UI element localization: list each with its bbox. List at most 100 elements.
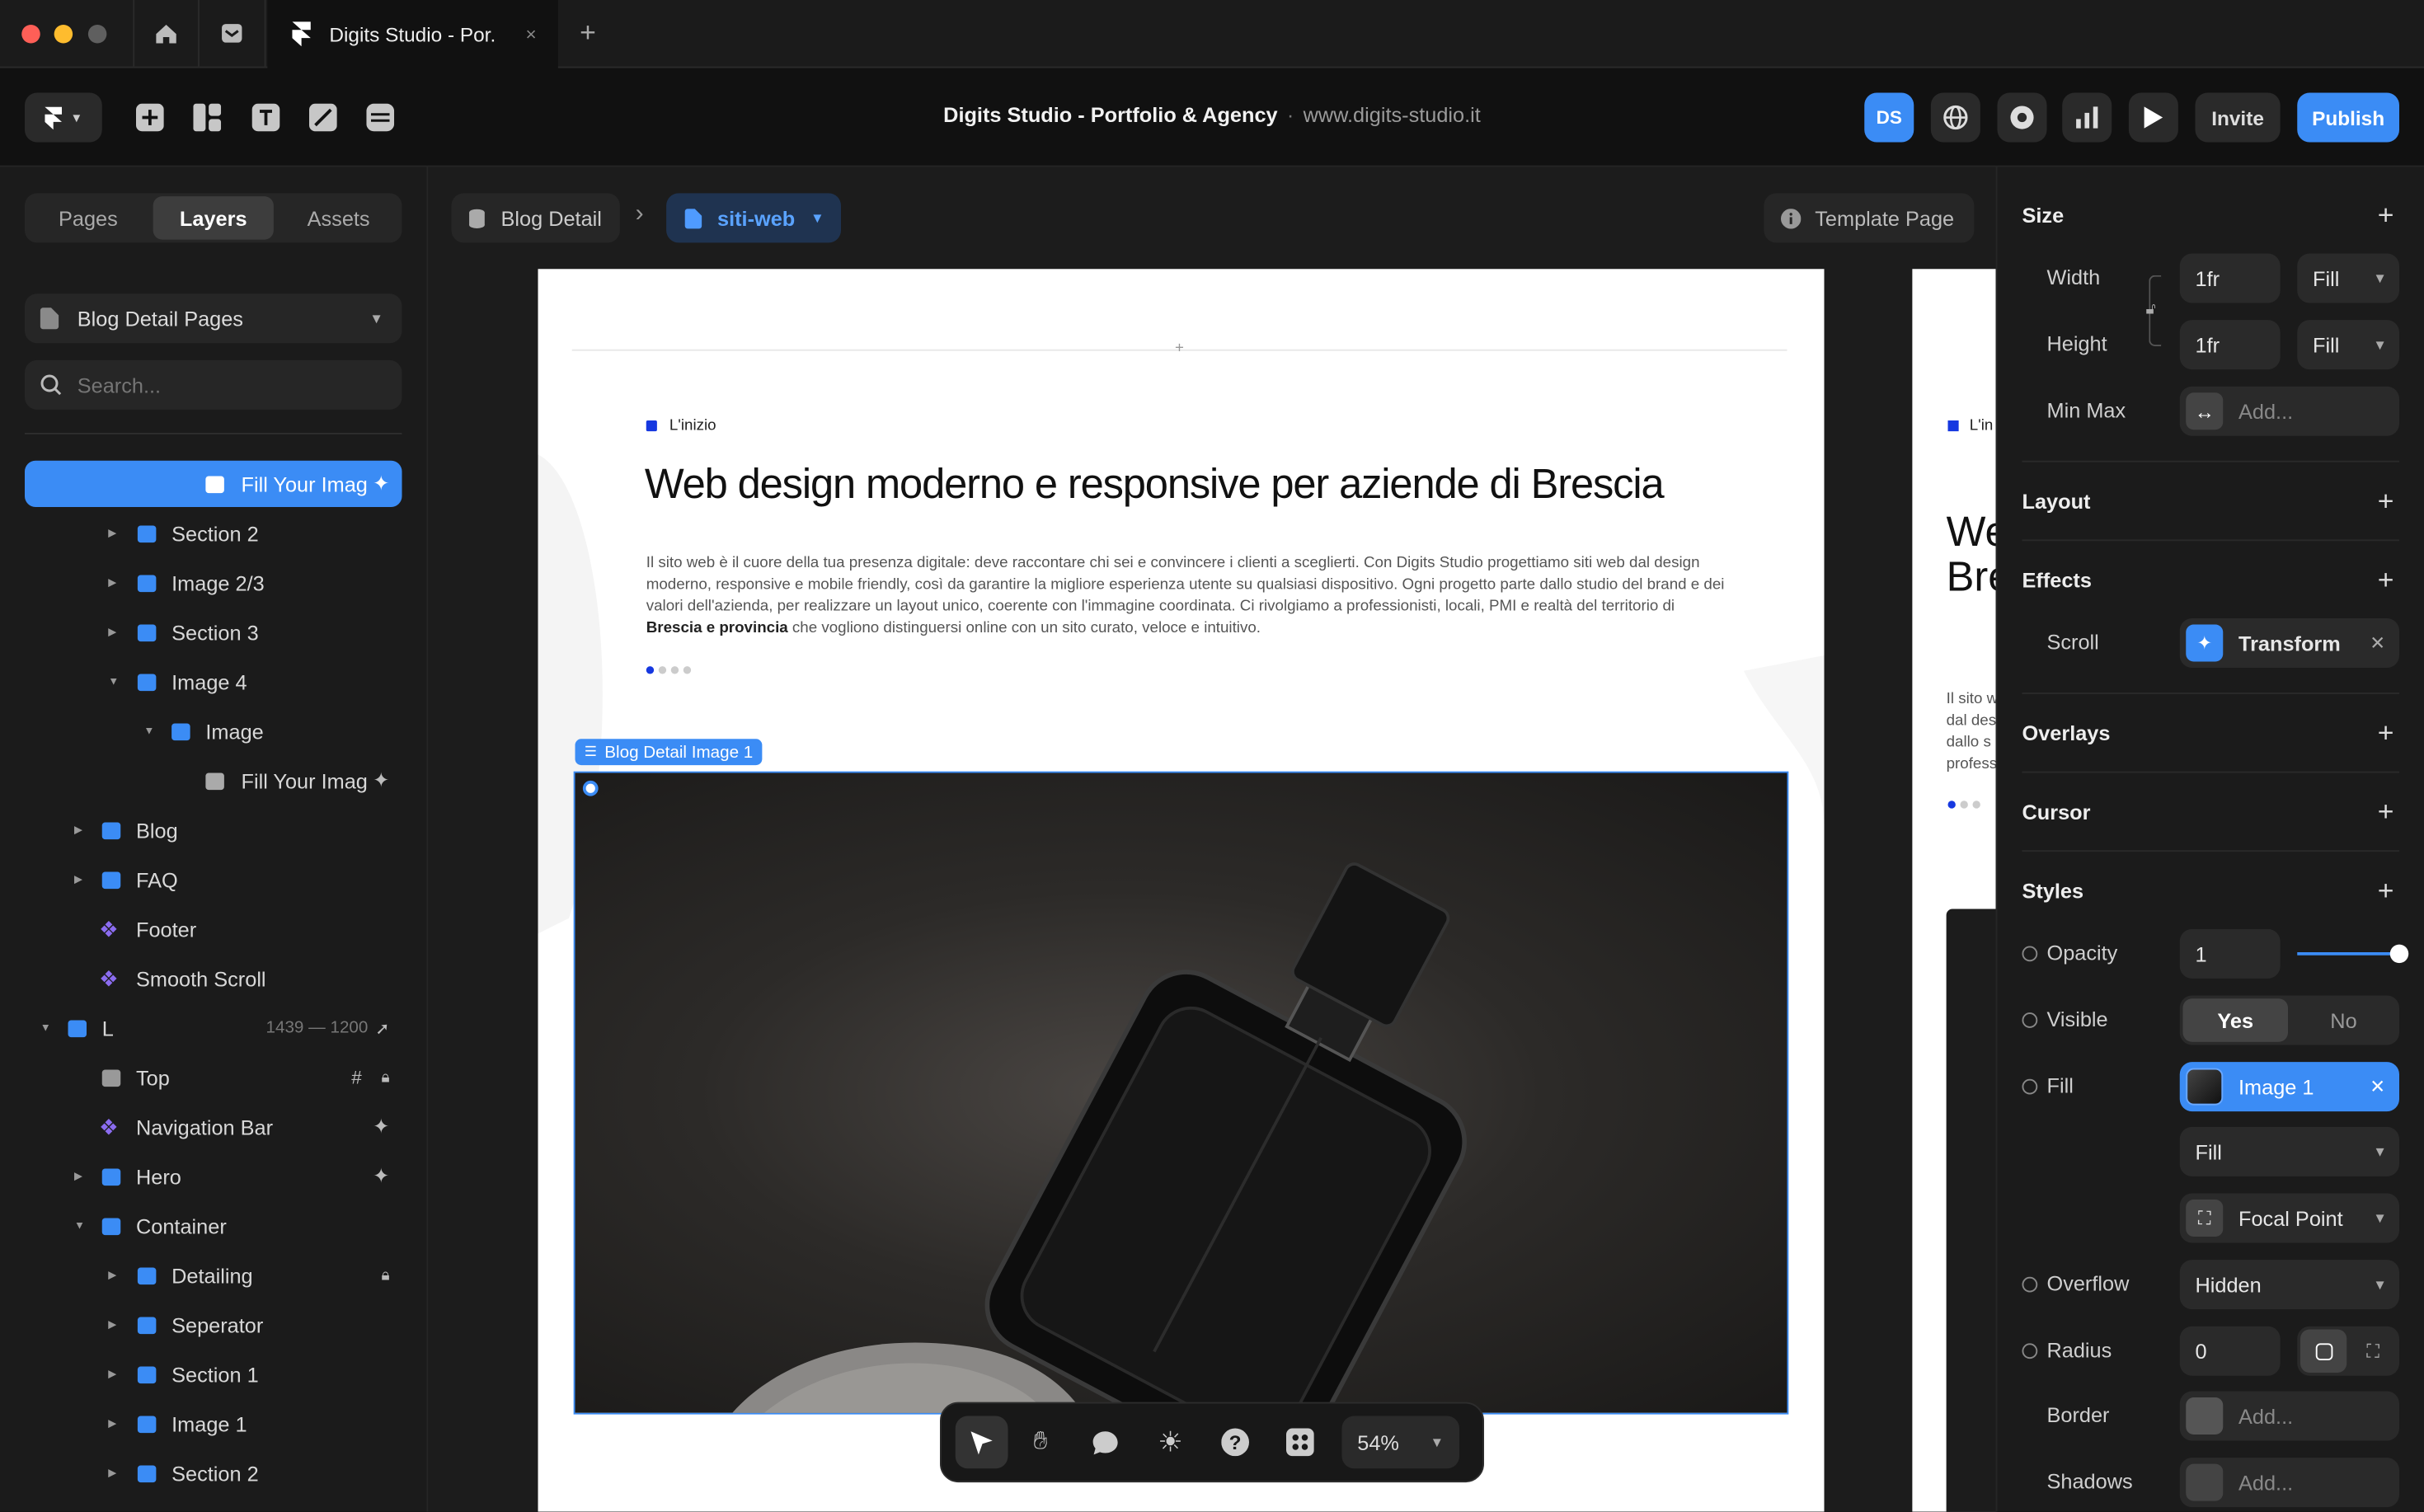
seo-button[interactable] bbox=[1997, 92, 2047, 143]
layer-smooth-scroll[interactable]: ❖ Smooth Scroll bbox=[25, 956, 402, 1002]
minimize-window-button[interactable] bbox=[54, 25, 73, 44]
scroll-transform-chip[interactable]: ✦ Transform ✕ bbox=[2179, 618, 2399, 668]
close-tab-icon[interactable]: × bbox=[525, 23, 536, 45]
tab-layers[interactable]: Layers bbox=[153, 196, 274, 240]
overlays-add-button[interactable]: + bbox=[2378, 719, 2394, 747]
layer-section-3[interactable]: ▶ Section 3 bbox=[25, 609, 402, 655]
fill-mode-select[interactable]: Fill ▼ bbox=[2179, 1126, 2399, 1176]
plugins-button[interactable] bbox=[1268, 1416, 1333, 1469]
new-tab-button[interactable]: + bbox=[580, 17, 596, 49]
focal-point-handle[interactable] bbox=[582, 780, 599, 796]
image-2[interactable] bbox=[1946, 909, 1996, 1512]
opacity-slider[interactable] bbox=[2297, 944, 2409, 964]
remove-icon[interactable]: ✕ bbox=[2370, 1076, 2385, 1097]
selection-label[interactable]: ☰ Blog Detail Image 1 bbox=[575, 739, 763, 766]
layer-image-1[interactable]: ▶ Image 1 bbox=[25, 1401, 402, 1447]
layer-navigation-bar[interactable]: ❖ Navigation Bar ✦ bbox=[25, 1104, 402, 1150]
publish-button[interactable]: Publish bbox=[2297, 92, 2399, 143]
invite-button[interactable]: Invite bbox=[2195, 92, 2281, 143]
blog-detail-image-1[interactable] bbox=[573, 771, 1789, 1415]
radius-uniform-option[interactable] bbox=[2300, 1329, 2347, 1373]
width-input[interactable]: 1fr bbox=[2179, 253, 2281, 303]
styles-add-button[interactable]: + bbox=[2378, 876, 2394, 904]
site-settings-button[interactable] bbox=[1930, 92, 1980, 143]
maximize-window-button[interactable] bbox=[87, 25, 107, 44]
comment-tool[interactable] bbox=[1073, 1416, 1138, 1469]
home-tab[interactable] bbox=[133, 0, 200, 67]
visible-no-option[interactable]: No bbox=[2291, 998, 2397, 1042]
fill-toggle-icon[interactable] bbox=[2022, 1078, 2038, 1095]
layer-hero[interactable]: ▶ Hero ✦ bbox=[25, 1153, 402, 1200]
select-tool[interactable] bbox=[955, 1416, 1008, 1469]
search-input[interactable] bbox=[77, 373, 371, 397]
overflow-toggle-icon[interactable] bbox=[2022, 1276, 2038, 1293]
cursor-add-button[interactable]: + bbox=[2378, 798, 2394, 826]
layer-blog[interactable]: ▶ Blog bbox=[25, 807, 402, 853]
user-avatar[interactable]: DS bbox=[1864, 92, 1914, 143]
effects-add-button[interactable]: + bbox=[2378, 566, 2394, 594]
layer-image-2-3[interactable]: ▶ Image 2/3 bbox=[25, 560, 402, 606]
layer-label: Section 1 bbox=[171, 1362, 259, 1386]
visible-yes-option[interactable]: Yes bbox=[2182, 998, 2288, 1042]
sparkle-icon: ✦ bbox=[2186, 624, 2224, 662]
analytics-button[interactable] bbox=[2062, 92, 2112, 143]
layer-section-2b[interactable]: ▶ Section 2 bbox=[25, 1450, 402, 1496]
border-add[interactable]: Add... bbox=[2179, 1391, 2399, 1441]
preview-button[interactable] bbox=[2128, 92, 2178, 143]
inbox-tab[interactable] bbox=[200, 0, 266, 67]
layer-fill-your-image[interactable]: Fill Your Imag ✦ bbox=[25, 758, 402, 804]
layer-search[interactable] bbox=[25, 359, 402, 410]
radius-individual-option[interactable]: ⛶ bbox=[2350, 1330, 2396, 1373]
layer-detailing[interactable]: ▶ Detailing 🔒︎ bbox=[25, 1252, 402, 1298]
project-title-area[interactable]: Digits Studio - Portfolio & Agency · www… bbox=[0, 104, 2424, 127]
visible-toggle-icon[interactable] bbox=[2022, 1012, 2038, 1028]
page-frame-secondary[interactable]: L'in We Bre Il sito w dal des dallo s pr… bbox=[1912, 269, 1996, 1512]
canvas[interactable]: Blog Detail › siti-web ▼ Template Page +… bbox=[428, 167, 1996, 1512]
radius-input[interactable]: 0 bbox=[2179, 1326, 2281, 1376]
tab-pages[interactable]: Pages bbox=[28, 196, 148, 240]
overflow-select[interactable]: Hidden ▼ bbox=[2179, 1260, 2399, 1310]
layout-add-button[interactable]: + bbox=[2378, 487, 2394, 515]
help-button[interactable]: ? bbox=[1203, 1416, 1268, 1469]
hand-tool[interactable]: ✋︎ bbox=[1008, 1416, 1073, 1469]
layer-fill-your-image-selected[interactable]: Fill Your Imag ✦ bbox=[25, 460, 402, 507]
tab-digits-studio[interactable]: Digits Studio - Por. × bbox=[267, 0, 558, 68]
template-page-button[interactable]: Template Page bbox=[1764, 193, 1975, 243]
fill-image-chip[interactable]: Image 1 ✕ bbox=[2179, 1062, 2399, 1112]
layer-container[interactable]: ▼ Container bbox=[25, 1203, 402, 1249]
page-select[interactable]: Blog Detail Pages ▼ bbox=[25, 293, 402, 344]
remove-icon[interactable]: ✕ bbox=[2370, 632, 2385, 654]
layer-section-1[interactable]: ▶ Section 1 bbox=[25, 1351, 402, 1397]
layer-faq[interactable]: ▶ FAQ bbox=[25, 857, 402, 903]
minmax-add[interactable]: ↔ Add... bbox=[2179, 386, 2399, 436]
unlock-icon[interactable]: 🔓︎ bbox=[2146, 302, 2156, 319]
tab-assets[interactable]: Assets bbox=[279, 196, 399, 240]
layer-section-2[interactable]: ▶ Section 2 bbox=[25, 510, 402, 556]
fill-value: Image 1 bbox=[2238, 1075, 2314, 1099]
layer-top[interactable]: Top # 🔒︎ bbox=[25, 1054, 402, 1101]
height-input[interactable]: 1fr bbox=[2179, 320, 2281, 370]
height-mode-select[interactable]: Fill ▼ bbox=[2297, 320, 2399, 370]
layer-breakpoint-l[interactable]: ▼ L 1439 — 1200 ➚ bbox=[25, 1005, 402, 1051]
width-mode-select[interactable]: Fill ▼ bbox=[2297, 253, 2399, 303]
layer-footer[interactable]: ❖ Footer bbox=[25, 906, 402, 952]
layer-label: Image 2/3 bbox=[171, 571, 265, 594]
shadows-add[interactable]: Add... bbox=[2179, 1458, 2399, 1508]
breadcrumb-blog-detail[interactable]: Blog Detail bbox=[451, 193, 620, 243]
opacity-input[interactable]: 1 bbox=[2179, 928, 2281, 979]
breadcrumb-siti-web[interactable]: siti-web ▼ bbox=[666, 193, 841, 243]
opacity-slider-knob[interactable] bbox=[2389, 944, 2409, 964]
breadcrumb-separator: › bbox=[635, 200, 644, 228]
layer-seperator[interactable]: ▶ Seperator bbox=[25, 1302, 402, 1348]
page-frame[interactable]: + L'inizio Web design moderno e responsi… bbox=[538, 269, 1825, 1512]
close-window-button[interactable] bbox=[21, 25, 40, 44]
layer-image[interactable]: ▼ Image bbox=[25, 708, 402, 754]
focal-point-select[interactable]: ⛶ Focal Point ▼ bbox=[2179, 1193, 2399, 1243]
size-add-button[interactable]: + bbox=[2378, 201, 2394, 229]
theme-toggle[interactable]: ☀ bbox=[1138, 1416, 1203, 1469]
radius-toggle-icon[interactable] bbox=[2022, 1343, 2038, 1359]
left-panel-tabs: Pages Layers Assets bbox=[25, 193, 402, 243]
zoom-select[interactable]: 54% ▼ bbox=[1341, 1416, 1459, 1469]
opacity-toggle-icon[interactable] bbox=[2022, 946, 2038, 962]
layer-image-4[interactable]: ▼ Image 4 bbox=[25, 659, 402, 705]
